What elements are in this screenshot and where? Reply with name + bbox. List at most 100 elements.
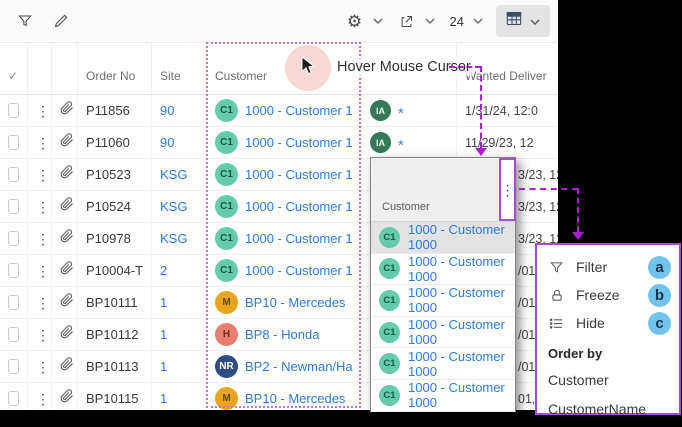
row-menu-kebab-icon[interactable]: ⋮ <box>36 200 50 214</box>
popup-list-item[interactable]: C1 1000 - Customer 1000 <box>371 222 515 254</box>
site-link[interactable]: 1 <box>160 359 167 374</box>
chevron-down-icon[interactable] <box>373 18 383 24</box>
wanted-delivery-date: /01 <box>518 360 535 374</box>
row-menu-kebab-icon[interactable]: ⋮ <box>36 392 50 406</box>
row-menu-kebab-icon[interactable]: ⋮ <box>36 264 50 278</box>
row-menu-kebab-icon[interactable]: ⋮ <box>36 328 50 342</box>
attachment-icon[interactable] <box>60 389 74 408</box>
customer-link[interactable]: 1000 - Customer 1000 <box>245 231 353 246</box>
row-menu-kebab-icon[interactable]: ⋮ <box>36 360 50 374</box>
order-no-value[interactable]: BP10111 <box>86 295 138 310</box>
customer-link[interactable]: 1000 - Customer 1000 <box>245 167 353 182</box>
chevron-down-icon[interactable] <box>473 18 483 24</box>
edit-icon[interactable] <box>50 10 72 32</box>
order-no-value[interactable]: P11856 <box>86 103 130 118</box>
site-link[interactable]: KSG <box>160 199 187 214</box>
attachment-icon[interactable] <box>60 165 74 184</box>
header-order-no[interactable]: Order No <box>78 43 152 94</box>
attachment-icon[interactable] <box>60 229 74 248</box>
context-menu-item[interactable]: Freeze b <box>537 281 679 309</box>
site-link[interactable]: 90 <box>160 135 174 150</box>
row-checkbox[interactable] <box>8 135 19 150</box>
site-link[interactable]: 1 <box>160 295 167 310</box>
column-menu-button[interactable]: ⋮ <box>499 158 516 221</box>
ia-avatar: IA <box>370 132 391 153</box>
chevron-down-icon[interactable] <box>425 18 435 24</box>
context-menu-item[interactable]: Filter a <box>537 253 679 281</box>
row-checkbox[interactable] <box>8 391 19 406</box>
order-no-value[interactable]: BP10115 <box>86 391 139 406</box>
header-attachments <box>52 43 78 94</box>
row-checkbox[interactable] <box>8 295 19 310</box>
customer-link[interactable]: BP10 - Mercedes <box>245 295 345 310</box>
customer-link[interactable]: 1000 - Customer 1000 <box>408 222 507 252</box>
row-menu-kebab-icon[interactable]: ⋮ <box>36 232 50 246</box>
filter-icon <box>548 259 565 276</box>
row-checkbox[interactable] <box>8 231 19 246</box>
customer-link[interactable]: 1000 - Customer 1000 <box>245 135 353 150</box>
customer-link[interactable]: BP2 - Newman/Haas R... <box>245 359 353 374</box>
row-menu-kebab-icon[interactable]: ⋮ <box>36 104 50 118</box>
row-checkbox[interactable] <box>8 359 19 374</box>
customer-avatar: C1 <box>379 322 400 343</box>
page-size-value[interactable]: 24 <box>448 14 466 29</box>
filter-icon[interactable] <box>14 10 36 32</box>
wanted-delivery-date: /01 <box>518 328 535 342</box>
order-no-value[interactable]: P11060 <box>86 135 130 150</box>
row-menu-kebab-icon[interactable]: ⋮ <box>36 136 50 150</box>
row-checkbox[interactable] <box>8 103 19 118</box>
customer-link[interactable]: BP10 - Mercedes <box>245 391 345 406</box>
site-link[interactable]: KSG <box>160 167 187 182</box>
kebab-icon: ⋮ <box>501 183 515 197</box>
row-menu-kebab-icon[interactable]: ⋮ <box>36 168 50 182</box>
context-menu-item[interactable]: Hide c <box>537 309 679 337</box>
order-no-value[interactable]: BP10113 <box>86 359 139 374</box>
attachment-icon[interactable] <box>60 293 74 312</box>
export-icon[interactable] <box>396 10 418 32</box>
order-no-value[interactable]: P10978 <box>86 231 131 246</box>
popup-body: C1 1000 - Customer 1000 C1 1000 - Custom… <box>371 222 515 412</box>
grid-view-button[interactable] <box>496 5 550 37</box>
attachment-icon[interactable] <box>60 197 74 216</box>
customer-link[interactable]: 1000 - Customer 1000 <box>408 285 507 315</box>
row-checkbox[interactable] <box>8 263 19 278</box>
row-checkbox[interactable] <box>8 327 19 342</box>
customer-link[interactable]: 1000 - Customer 1000 <box>408 380 507 410</box>
customer-link[interactable]: BP8 - Honda <box>245 327 319 342</box>
row-checkbox[interactable] <box>8 167 19 182</box>
customer-link[interactable]: 1000 - Customer 1000 <box>408 349 507 379</box>
header-site[interactable]: Site <box>152 43 207 94</box>
site-link[interactable]: 90 <box>160 103 174 118</box>
popup-list-item[interactable]: C1 1000 - Customer 1000 <box>371 380 515 412</box>
site-link[interactable]: 1 <box>160 327 167 342</box>
order-no-value[interactable]: P10524 <box>86 199 131 214</box>
select-all-header[interactable]: ✓ <box>0 43 28 94</box>
site-link[interactable]: KSG <box>160 231 187 246</box>
customer-link[interactable]: 1000 - Customer 1000 <box>408 317 507 347</box>
attachment-icon[interactable] <box>60 261 74 280</box>
row-menu-kebab-icon[interactable]: ⋮ <box>36 296 50 310</box>
attachment-icon[interactable] <box>60 101 74 120</box>
site-link[interactable]: 2 <box>160 263 167 278</box>
column-context-menu: Filter a Freeze b Hide c Order by Custom… <box>535 243 681 415</box>
popup-list-item[interactable]: C1 1000 - Customer 1000 <box>371 348 515 380</box>
popup-list-item[interactable]: C1 1000 - Customer 1000 <box>371 254 515 286</box>
attachment-icon[interactable] <box>60 133 74 152</box>
attachment-icon[interactable] <box>60 325 74 344</box>
order-by-option[interactable]: CustomerName <box>537 394 679 423</box>
order-no-value[interactable]: BP10112 <box>86 327 139 342</box>
customer-avatar: C1 <box>379 227 400 248</box>
order-no-value[interactable]: P10004-T <box>86 263 143 278</box>
customer-link[interactable]: 1000 - Customer 1000 <box>245 199 353 214</box>
order-by-option[interactable]: Customer <box>537 365 679 394</box>
popup-list-item[interactable]: C1 1000 - Customer 1000 <box>371 317 515 349</box>
order-no-value[interactable]: P10523 <box>86 167 131 182</box>
customer-link[interactable]: 1000 - Customer 1000 <box>408 254 507 284</box>
row-checkbox[interactable] <box>8 199 19 214</box>
settings-icon[interactable]: ⚙ <box>344 10 366 32</box>
attachment-icon[interactable] <box>60 357 74 376</box>
popup-list-item[interactable]: C1 1000 - Customer 1000 <box>371 285 515 317</box>
customer-link[interactable]: 1000 - Customer 1000 <box>245 263 353 278</box>
customer-link[interactable]: 1000 - Customer 1000 <box>245 103 353 118</box>
site-link[interactable]: 1 <box>160 391 167 406</box>
